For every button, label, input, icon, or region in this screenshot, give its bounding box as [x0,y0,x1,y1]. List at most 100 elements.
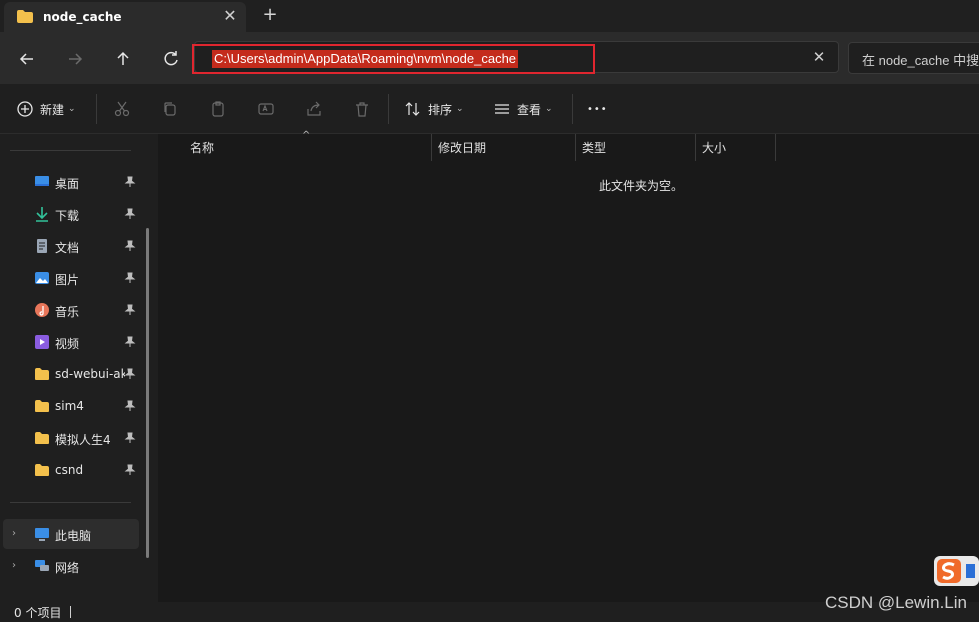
sort-label: 排序 [428,102,453,117]
toolbar-divider [96,94,97,124]
column-divider[interactable] [431,134,432,161]
sidebar-item-label: 音乐 [55,305,80,319]
refresh-icon [164,51,178,66]
column-header-modified[interactable]: 修改日期 [438,136,486,162]
sidebar-divider [10,502,131,503]
cut-button[interactable] [113,97,131,121]
toolbar-divider [572,94,573,124]
sort-indicator-icon: ^ [302,130,311,141]
view-list-icon [495,104,509,114]
new-button[interactable]: 新建 ⌄ [16,97,76,121]
sidebar-item-2[interactable]: 下载 [0,199,148,229]
chevron-right-icon[interactable]: › [12,560,16,571]
sidebar-item-6[interactable]: 视频 [0,327,148,357]
view-label: 查看 [517,102,542,117]
document-icon [37,239,47,253]
new-tab-button[interactable]: + [260,4,280,26]
sidebar-item-5[interactable]: 音乐 [0,295,148,325]
clipboard-icon [212,101,224,117]
address-clear-icon[interactable]: ✕ [808,46,830,68]
tab-close-icon[interactable]: ✕ [220,6,240,26]
chevron-down-icon: ⌄ [68,104,76,114]
pin-icon[interactable] [124,432,136,444]
download-icon [36,207,48,222]
forward-button[interactable] [62,46,88,72]
arrow-right-icon [69,53,83,65]
more-button[interactable]: ••• [587,97,608,121]
sidebar-item-label: 此电脑 [55,529,92,543]
sidebar-item-label: 视频 [55,337,80,351]
pin-icon[interactable] [124,240,136,252]
sidebar-item-8[interactable]: sim4 [0,391,148,421]
file-list-area[interactable] [158,134,979,602]
column-divider[interactable] [775,134,776,161]
desktop-icon [35,176,49,186]
column-header-type[interactable]: 类型 [582,136,606,162]
sort-button[interactable]: 排序 ⌄ [404,97,464,121]
music-icon [35,303,49,317]
folder-icon [17,10,33,23]
pin-icon[interactable] [124,368,136,380]
sidebar-item-label: 网络 [55,561,80,575]
pin-icon[interactable] [124,272,136,284]
pin-icon[interactable] [124,464,136,476]
folder-icon [35,464,49,476]
sidebar-item-label: sd-webui-aki [55,367,125,381]
sidebar-divider [10,150,131,151]
column-header-size[interactable]: 大小 [702,136,726,162]
sort-arrows-icon [405,102,420,116]
folder-icon [35,368,49,380]
trash-icon [356,102,368,117]
command-bar [0,84,979,134]
network-icon [35,560,49,571]
refresh-button[interactable] [158,46,184,72]
column-header-name[interactable]: 名称 [190,136,214,162]
share-button[interactable] [305,97,323,121]
sidebar-item-network[interactable]: › 网络 [0,551,148,581]
watermark-text: CSDN @Lewin.Lin [825,593,967,612]
pin-icon[interactable] [124,336,136,348]
ime-indicator-icon[interactable] [934,556,979,586]
sidebar-item-label: 图片 [55,273,80,287]
sidebar-item-label: 下载 [55,209,80,223]
item-count: 0 个项目 [14,606,62,620]
sidebar-item-4[interactable]: 图片 [0,263,148,293]
pin-icon[interactable] [124,208,136,220]
pictures-icon [35,272,49,284]
rename-button[interactable] [257,97,275,121]
sidebar-item-9[interactable]: 模拟人生4 [0,423,148,453]
sidebar-item-label: 文档 [55,241,80,255]
pin-icon[interactable] [124,304,136,316]
folder-icon [35,400,49,412]
sidebar-item-1[interactable]: 桌面 [0,167,148,197]
status-divider [70,606,71,618]
computer-icon [35,528,49,541]
folder-icon [35,432,49,444]
rename-icon [258,103,274,115]
copy-button[interactable] [161,97,179,121]
video-icon [35,335,49,349]
column-divider[interactable] [695,134,696,161]
sidebar-item-this-pc[interactable]: › 此电脑 [3,519,139,549]
pin-icon[interactable] [124,400,136,412]
sidebar-item-3[interactable]: 文档 [0,231,148,261]
paste-button[interactable] [209,97,227,121]
plus-circle-icon [17,101,33,117]
empty-folder-message: 此文件夹为空。 [599,179,684,193]
chevron-right-icon[interactable]: › [12,528,16,539]
pin-icon[interactable] [124,176,136,188]
search-input[interactable]: 在 node_cache 中搜 [862,50,979,69]
column-divider[interactable] [575,134,576,161]
sidebar-item-7[interactable]: sd-webui-aki [0,359,148,389]
view-button[interactable]: 查看 ⌄ [493,97,553,121]
delete-button[interactable] [353,97,371,121]
up-button[interactable] [110,46,136,72]
back-button[interactable] [14,46,40,72]
arrow-up-icon [117,51,129,65]
sidebar-item-label: sim4 [55,399,84,413]
tab-strip: node_cache ✕ + [0,0,979,32]
sidebar-item-10[interactable]: csnd [0,455,148,485]
sidebar-scrollbar[interactable] [146,228,149,558]
toolbar-divider [388,94,389,124]
tab-node-cache[interactable]: node_cache ✕ [4,2,246,32]
